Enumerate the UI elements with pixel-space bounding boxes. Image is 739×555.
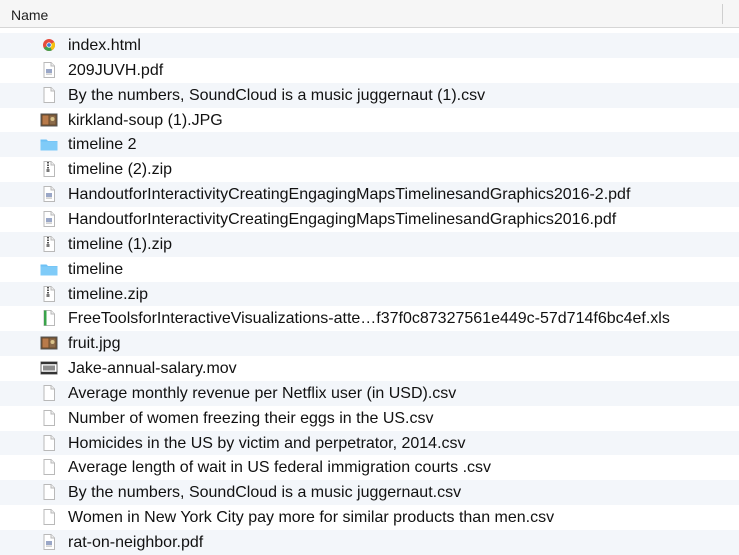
pdf-icon: [40, 210, 58, 228]
file-row[interactable]: By the numbers, SoundCloud is a music ju…: [0, 480, 739, 506]
file-row[interactable]: Jake-annual-salary.mov: [0, 356, 739, 381]
folder-icon: [40, 260, 58, 278]
name-column-header[interactable]: Name: [11, 7, 48, 23]
column-divider[interactable]: [722, 4, 723, 24]
chrome-html-icon: [40, 36, 58, 54]
document-icon: [40, 384, 58, 402]
file-row[interactable]: By the numbers, SoundCloud is a music ju…: [0, 82, 739, 108]
file-name[interactable]: Number of women freezing their eggs in t…: [68, 409, 434, 428]
file-row[interactable]: 209JUVH.pdf: [0, 58, 739, 83]
image-icon: [40, 111, 58, 129]
document-icon: [40, 434, 58, 452]
file-row[interactable]: HandoutforInteractivityCreatingEngagingM…: [0, 207, 739, 232]
file-row[interactable]: kirkland-soup (1).JPG: [0, 108, 739, 133]
file-row[interactable]: rat-on-neighbor.pdf: [0, 530, 739, 555]
file-name[interactable]: HandoutforInteractivityCreatingEngagingM…: [68, 210, 616, 229]
image-icon: [40, 334, 58, 352]
zip-icon: [40, 160, 58, 178]
file-row[interactable]: Average monthly revenue per Netflix user…: [0, 380, 739, 406]
file-name[interactable]: Average length of wait in US federal imm…: [68, 458, 491, 477]
file-name[interactable]: Average monthly revenue per Netflix user…: [68, 384, 456, 403]
file-name[interactable]: Women in New York City pay more for simi…: [68, 508, 554, 527]
file-row[interactable]: timeline: [0, 257, 739, 282]
video-icon: [40, 359, 58, 377]
file-row[interactable]: FreeToolsforInteractiveVisualizations-at…: [0, 306, 739, 331]
file-row[interactable]: Women in New York City pay more for simi…: [0, 505, 739, 530]
file-name[interactable]: fruit.jpg: [68, 334, 120, 353]
file-name[interactable]: timeline (1).zip: [68, 235, 172, 254]
pdf-icon: [40, 185, 58, 203]
document-icon: [40, 409, 58, 427]
file-row[interactable]: timeline (1).zip: [0, 231, 739, 257]
file-row[interactable]: index.html: [0, 33, 739, 58]
file-name[interactable]: timeline.zip: [68, 285, 148, 304]
file-row[interactable]: Number of women freezing their eggs in t…: [0, 406, 739, 431]
pdf-icon: [40, 61, 58, 79]
file-name[interactable]: Jake-annual-salary.mov: [68, 359, 237, 378]
file-row[interactable]: timeline.zip: [0, 281, 739, 307]
document-icon: [40, 508, 58, 526]
document-icon: [40, 86, 58, 104]
file-name[interactable]: kirkland-soup (1).JPG: [68, 111, 223, 130]
file-row[interactable]: fruit.jpg: [0, 331, 739, 357]
file-row[interactable]: Average length of wait in US federal imm…: [0, 455, 739, 480]
file-name[interactable]: index.html: [68, 36, 141, 55]
file-name[interactable]: timeline: [68, 260, 123, 279]
file-row[interactable]: HandoutforInteractivityCreatingEngagingM…: [0, 182, 739, 207]
file-name[interactable]: Homicides in the US by victim and perpet…: [68, 434, 466, 453]
file-row[interactable]: timeline 2: [0, 132, 739, 158]
file-name[interactable]: FreeToolsforInteractiveVisualizations-at…: [68, 309, 670, 328]
file-name[interactable]: HandoutforInteractivityCreatingEngagingM…: [68, 185, 630, 204]
zip-icon: [40, 235, 58, 253]
column-header: Name: [0, 0, 739, 28]
file-row[interactable]: timeline (2).zip: [0, 157, 739, 182]
file-name[interactable]: By the numbers, SoundCloud is a music ju…: [68, 483, 461, 502]
folder-icon: [40, 135, 58, 153]
document-icon: [40, 483, 58, 501]
spreadsheet-icon: [40, 309, 58, 327]
file-name[interactable]: rat-on-neighbor.pdf: [68, 533, 203, 552]
pdf-icon: [40, 533, 58, 551]
file-name[interactable]: By the numbers, SoundCloud is a music ju…: [68, 86, 485, 105]
zip-icon: [40, 285, 58, 303]
file-name[interactable]: 209JUVH.pdf: [68, 61, 163, 80]
file-row[interactable]: Homicides in the US by victim and perpet…: [0, 430, 739, 456]
file-name[interactable]: timeline 2: [68, 135, 136, 154]
document-icon: [40, 458, 58, 476]
file-name[interactable]: timeline (2).zip: [68, 160, 172, 179]
